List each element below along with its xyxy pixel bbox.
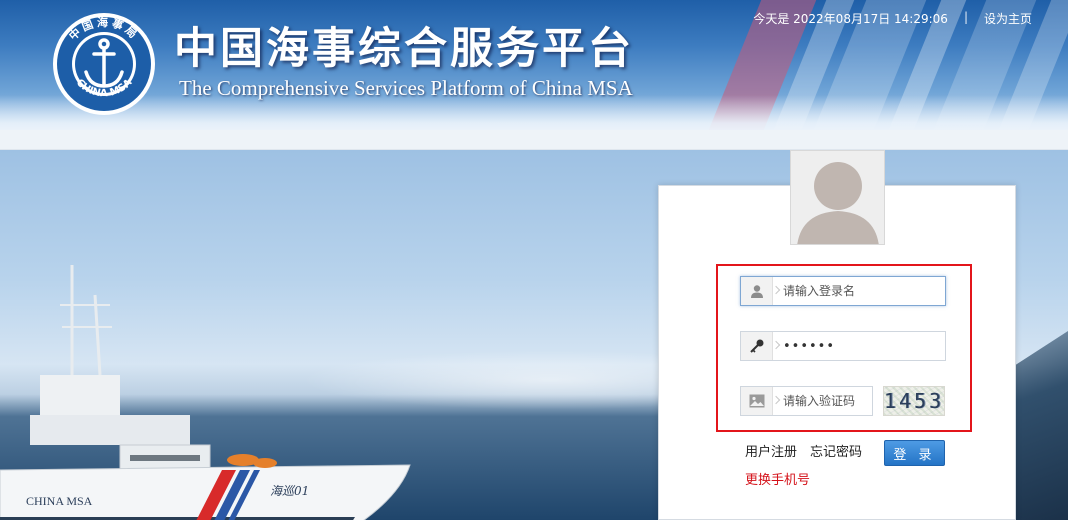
captcha-code: 1453 bbox=[883, 389, 945, 413]
site-header: 中国海事局 CHINA MSA 中国海事综合服务平台 The Comprehen… bbox=[0, 0, 1068, 130]
ship-hull-text: CHINA MSA bbox=[26, 494, 93, 508]
key-icon bbox=[741, 332, 773, 360]
msa-logo: 中国海事局 CHINA MSA bbox=[53, 13, 155, 115]
forgot-password-link[interactable]: 忘记密码 bbox=[810, 441, 862, 460]
header-divider bbox=[0, 130, 1068, 150]
avatar bbox=[790, 150, 885, 245]
current-date: 今天是 2022年08月17日 14:29:06 bbox=[753, 12, 948, 26]
field-separator bbox=[773, 332, 783, 360]
site-subtitle: The Comprehensive Services Platform of C… bbox=[179, 76, 633, 100]
username-input[interactable] bbox=[783, 278, 945, 304]
login-button[interactable]: 登 录 bbox=[884, 440, 945, 466]
ship-bow-text: 海巡01 bbox=[270, 484, 309, 498]
field-separator bbox=[773, 387, 783, 415]
captcha-field[interactable] bbox=[740, 386, 873, 416]
top-bar-separator: | bbox=[963, 10, 968, 24]
set-homepage-link[interactable]: 设为主页 bbox=[984, 10, 1032, 27]
top-bar: 今天是 2022年08月17日 14:29:06 | 设为主页 bbox=[753, 10, 1032, 27]
username-field[interactable] bbox=[740, 276, 946, 306]
password-field[interactable] bbox=[740, 331, 946, 361]
password-input[interactable] bbox=[783, 333, 945, 359]
register-link[interactable]: 用户注册 bbox=[745, 441, 797, 460]
image-icon bbox=[741, 387, 773, 415]
user-icon bbox=[741, 277, 773, 305]
captcha-image[interactable]: 1453 bbox=[883, 386, 945, 416]
captcha-input[interactable] bbox=[783, 388, 872, 414]
field-separator bbox=[773, 277, 783, 305]
site-title: 中国海事综合服务平台 bbox=[174, 24, 634, 74]
change-phone-link[interactable]: 更换手机号 bbox=[745, 469, 810, 488]
user-avatar-icon bbox=[797, 162, 879, 244]
patrol-ship-image: CHINA MSA 海巡01 bbox=[0, 265, 411, 520]
